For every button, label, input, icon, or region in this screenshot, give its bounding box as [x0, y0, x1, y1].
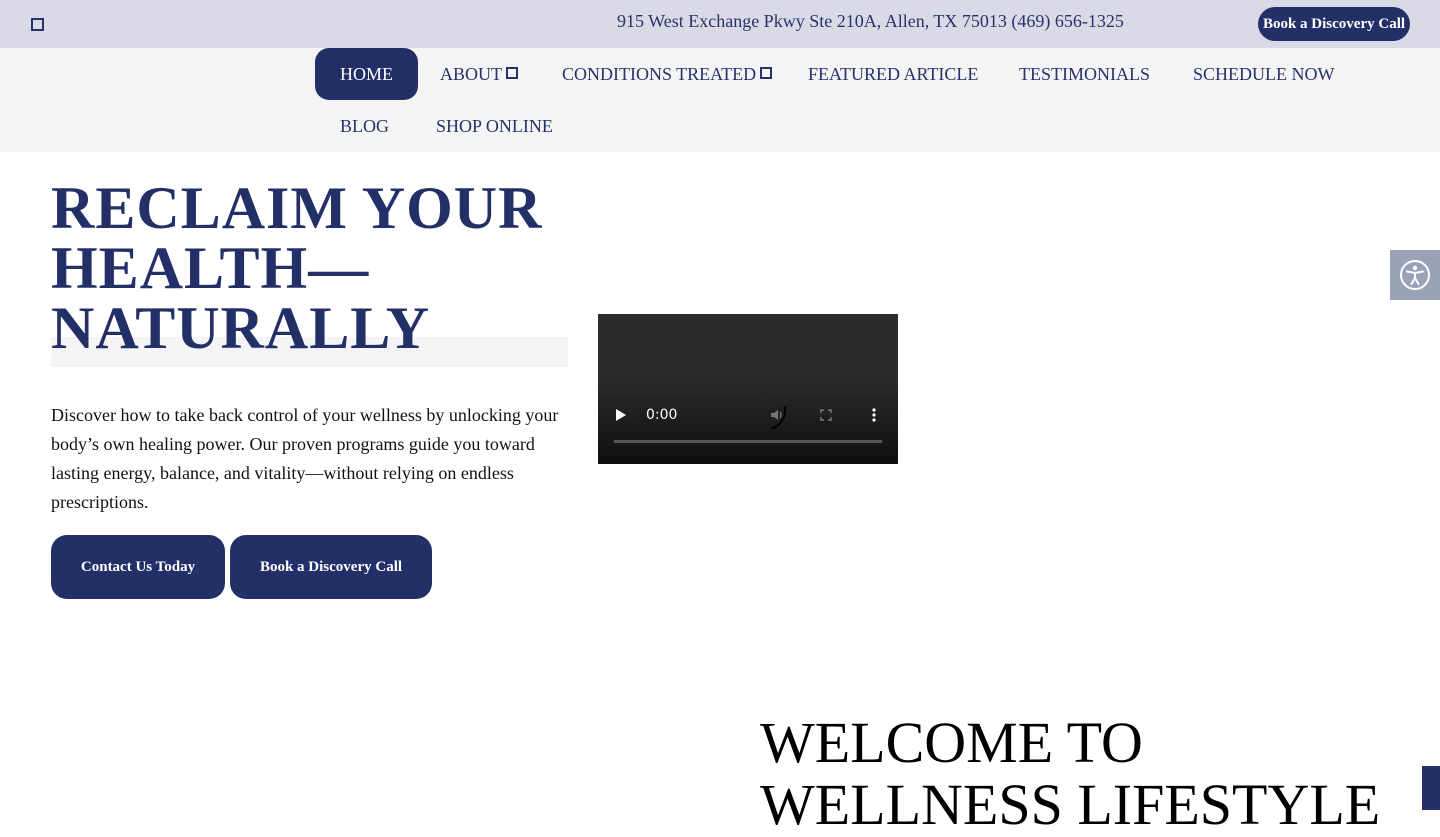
nav-item-label: ABOUT [440, 63, 502, 84]
book-discovery-call-button[interactable]: Book a Discovery Call [230, 535, 432, 599]
welcome-line: WELLNESS LIFESTYLE [760, 772, 1381, 837]
nav-item-label: BLOG [340, 115, 389, 136]
nav-item-label: SCHEDULE NOW [1193, 63, 1335, 84]
hero-title-line: NATURALLY [51, 295, 431, 361]
nav-item-about[interactable]: ABOUT [440, 48, 518, 100]
video-player[interactable]: 0:00 [598, 314, 898, 464]
nav-item-label: CONDITIONS TREATED [562, 63, 757, 84]
mute-icon[interactable] [770, 408, 784, 422]
loading-spinner-icon [741, 385, 793, 437]
hero-title-line: RECLAIM YOUR [51, 175, 543, 241]
nav-item-testimonials[interactable]: TESTIMONIALS [1019, 48, 1150, 100]
main-nav: HOME ABOUT CONDITIONS TREATED FEATURED A… [0, 48, 1440, 152]
play-icon[interactable] [616, 409, 626, 421]
welcome-heading: WELCOME TO WELLNESS LIFESTYLE [760, 712, 1380, 836]
welcome-line: WELCOME TO [760, 710, 1143, 775]
video-progress-bar[interactable] [614, 440, 882, 443]
fullscreen-icon[interactable] [819, 408, 833, 422]
side-tab[interactable] [1422, 766, 1440, 810]
hero-description: Discover how to take back control of you… [51, 405, 559, 512]
nav-item-home[interactable]: HOME [315, 48, 418, 100]
contact-us-button[interactable]: Contact Us Today [51, 535, 225, 599]
nav-item-label: SHOP ONLINE [436, 115, 553, 136]
top-bar: 915 West Exchange Pkwy Ste 210A, Allen, … [0, 0, 1440, 48]
nav-item-label: FEATURED ARTICLE [808, 63, 979, 84]
nav-item-shop-online[interactable]: SHOP ONLINE [436, 100, 553, 152]
dropdown-icon [506, 67, 518, 79]
more-options-icon[interactable] [867, 408, 881, 422]
video-time: 0:00 [646, 407, 678, 423]
address-phone[interactable]: 915 West Exchange Pkwy Ste 210A, Allen, … [617, 11, 1124, 32]
dropdown-icon [760, 67, 773, 79]
hero-title-line: HEALTH— [51, 235, 370, 301]
nav-item-label: TESTIMONIALS [1019, 63, 1150, 84]
nav-item-label: HOME [340, 63, 393, 84]
nav-item-schedule-now[interactable]: SCHEDULE NOW [1193, 48, 1335, 100]
nav-item-featured-article[interactable]: FEATURED ARTICLE [808, 48, 978, 100]
hero-title: RECLAIM YOUR HEALTH— NATURALLY [51, 178, 542, 358]
nav-item-blog[interactable]: BLOG [340, 100, 389, 152]
accessibility-button[interactable] [1390, 250, 1440, 300]
top-discovery-call-button[interactable]: Book a Discovery Call [1258, 7, 1410, 41]
accessibility-icon [1400, 260, 1430, 290]
nav-item-conditions-treated[interactable]: CONDITIONS TREATED [562, 48, 773, 100]
menu-toggle-icon[interactable] [31, 18, 44, 31]
